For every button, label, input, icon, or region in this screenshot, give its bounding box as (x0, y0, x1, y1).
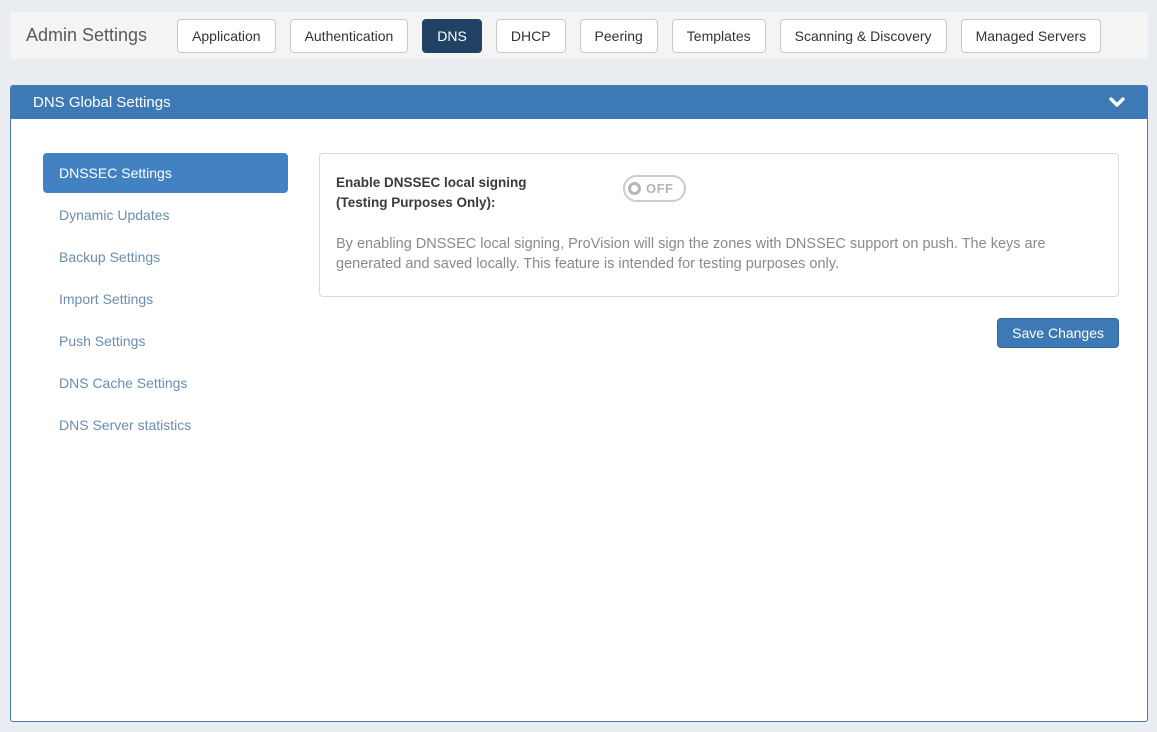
save-changes-button[interactable]: Save Changes (997, 318, 1119, 348)
tab-templates[interactable]: Templates (672, 19, 766, 53)
dnssec-signing-description: By enabling DNSSEC local signing, ProVis… (336, 234, 1102, 274)
dnssec-signing-label-line1: Enable DNSSEC local signing (336, 173, 623, 193)
sidebar-item-dnssec-settings[interactable]: DNSSEC Settings (43, 153, 288, 193)
panel-body: DNSSEC Settings Dynamic Updates Backup S… (11, 119, 1147, 447)
sidebar-item-label: DNS Cache Settings (59, 375, 187, 391)
panel-header: DNS Global Settings (11, 86, 1147, 119)
admin-settings-header: Admin Settings Application Authenticatio… (10, 12, 1148, 59)
panel-title: DNS Global Settings (33, 94, 171, 111)
tab-managed-servers[interactable]: Managed Servers (961, 19, 1102, 53)
save-row: Save Changes (319, 318, 1119, 348)
page-title: Admin Settings (26, 25, 147, 46)
sidebar-item-backup-settings[interactable]: Backup Settings (43, 237, 288, 277)
sidebar-item-label: DNS Server statistics (59, 417, 191, 433)
sidebar-item-dns-cache-settings[interactable]: DNS Cache Settings (43, 363, 288, 403)
tab-dhcp[interactable]: DHCP (496, 19, 566, 53)
sidebar-item-push-settings[interactable]: Push Settings (43, 321, 288, 361)
tab-authentication[interactable]: Authentication (290, 19, 409, 53)
dns-settings-sidebar: DNSSEC Settings Dynamic Updates Backup S… (43, 153, 288, 447)
sidebar-item-dns-server-statistics[interactable]: DNS Server statistics (43, 405, 288, 445)
sidebar-item-label: DNSSEC Settings (59, 165, 172, 181)
sidebar-item-dynamic-updates[interactable]: Dynamic Updates (43, 195, 288, 235)
sidebar-item-import-settings[interactable]: Import Settings (43, 279, 288, 319)
dns-global-settings-panel: DNS Global Settings DNSSEC Settings Dyna… (10, 85, 1148, 722)
toggle-knob-icon (628, 182, 641, 195)
sidebar-item-label: Dynamic Updates (59, 207, 170, 223)
tab-dns[interactable]: DNS (422, 19, 482, 53)
dnssec-signing-label-line2: (Testing Purposes Only): (336, 193, 623, 213)
sidebar-item-label: Import Settings (59, 291, 153, 307)
sidebar-item-label: Push Settings (59, 333, 145, 349)
dnssec-signing-label: Enable DNSSEC local signing (Testing Pur… (336, 173, 623, 213)
dnssec-signing-toggle[interactable]: OFF (623, 175, 686, 202)
chevron-down-icon[interactable] (1109, 97, 1125, 109)
settings-tab-bar: Application Authentication DNS DHCP Peer… (177, 19, 1101, 53)
tab-application[interactable]: Application (177, 19, 276, 53)
toggle-state-label: OFF (646, 181, 674, 196)
dnssec-setting-box: Enable DNSSEC local signing (Testing Pur… (319, 153, 1119, 297)
tab-scanning-discovery[interactable]: Scanning & Discovery (780, 19, 947, 53)
sidebar-item-label: Backup Settings (59, 249, 160, 265)
dnssec-setting-row: Enable DNSSEC local signing (Testing Pur… (336, 173, 1102, 213)
dnssec-settings-content: Enable DNSSEC local signing (Testing Pur… (319, 153, 1119, 447)
tab-peering[interactable]: Peering (580, 19, 658, 53)
